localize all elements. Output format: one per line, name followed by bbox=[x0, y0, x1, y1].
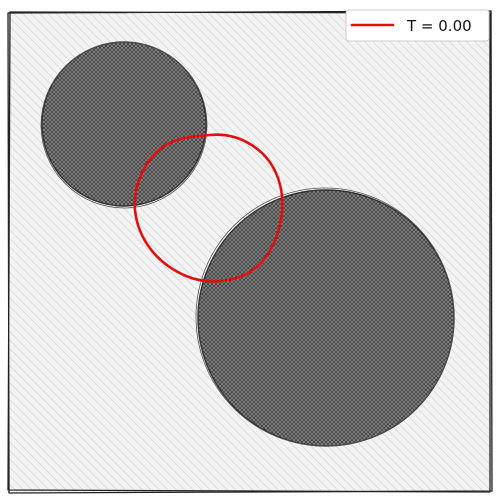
legend-label: T = 0.00 bbox=[406, 17, 472, 35]
simulation-canvas: T = 0.00 bbox=[7, 9, 493, 494]
legend: T = 0.00 bbox=[345, 9, 490, 42]
